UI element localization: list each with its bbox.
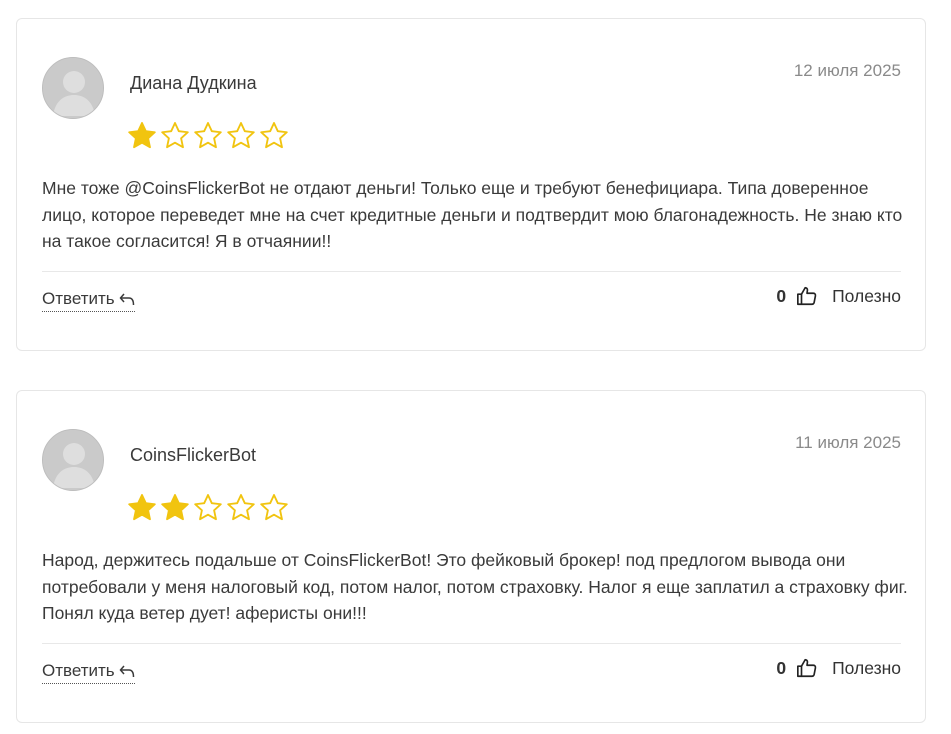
review-text: Мне тоже @CoinsFlickerBot не отдают день…	[42, 178, 903, 251]
thumbs-up-icon[interactable]	[796, 285, 818, 307]
review-date: 11 июля 2025	[795, 433, 901, 452]
star-filled-icon	[127, 493, 157, 521]
thumbs-up-icon[interactable]	[796, 657, 818, 679]
review-date: 12 июля 2025	[793, 61, 901, 80]
reply-label: Ответить	[42, 289, 115, 308]
review-card: Диана Дудкина 12 июля 2025 Мне тоже @Coi…	[16, 18, 926, 351]
star-filled-icon	[160, 493, 190, 521]
helpful-label[interactable]: Полезно	[832, 658, 901, 679]
reply-button[interactable]: Ответить	[42, 661, 135, 684]
user-avatar-icon	[42, 57, 104, 119]
reply-arrow-icon	[119, 292, 135, 306]
star-empty-icon	[226, 121, 256, 149]
star-rating	[127, 121, 289, 149]
user-avatar-icon	[42, 429, 104, 491]
star-empty-icon	[259, 121, 289, 149]
star-empty-icon	[193, 121, 223, 149]
review-card: CoinsFlickerBot 11 июля 2025 Народ, держ…	[16, 390, 926, 723]
divider	[42, 271, 901, 272]
helpful-count: 0	[776, 285, 787, 306]
reply-label: Ответить	[42, 661, 115, 680]
star-empty-icon	[259, 493, 289, 521]
review-text: Народ, держитесь подальше от CoinsFlicke…	[42, 550, 908, 623]
helpful-votes: 0 Полезно	[776, 285, 901, 307]
star-empty-icon	[160, 121, 190, 149]
star-empty-icon	[226, 493, 256, 521]
author-name: Диана Дудкина	[130, 73, 257, 93]
helpful-votes: 0 Полезно	[776, 657, 901, 679]
helpful-label[interactable]: Полезно	[832, 286, 901, 307]
helpful-count: 0	[776, 657, 787, 678]
star-filled-icon	[127, 121, 157, 149]
author-name: CoinsFlickerBot	[130, 445, 257, 465]
star-empty-icon	[193, 493, 223, 521]
reviews-list: Диана Дудкина 12 июля 2025 Мне тоже @Coi…	[0, 0, 951, 734]
divider	[42, 643, 901, 644]
reply-arrow-icon	[119, 664, 135, 678]
star-rating	[127, 493, 289, 521]
reply-button[interactable]: Ответить	[42, 289, 135, 312]
